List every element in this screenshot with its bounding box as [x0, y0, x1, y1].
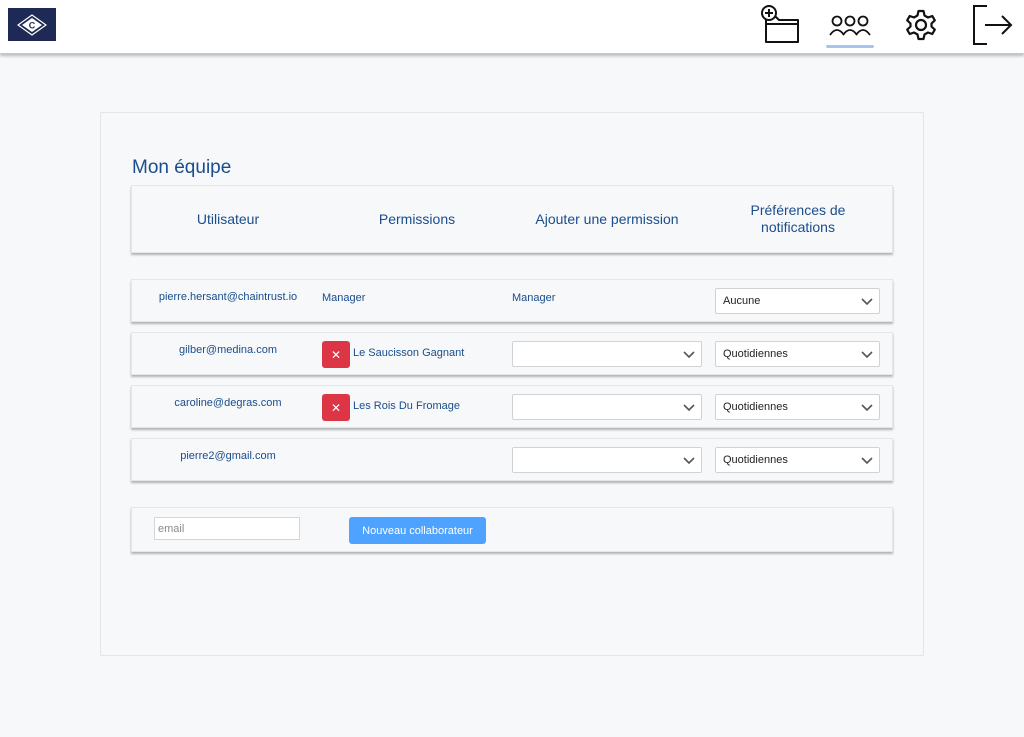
folder-add-icon — [761, 5, 799, 43]
column-header-user: Utilisateur — [196, 210, 260, 227]
permission-label: Le Saucisson Gagnant — [353, 347, 465, 359]
settings-button[interactable] — [902, 4, 940, 46]
notification-select-value: Aucune — [723, 295, 761, 307]
chevron-down-icon — [861, 351, 873, 359]
add-permission-select[interactable] — [512, 447, 702, 473]
notification-select-value: Quotidiennes — [723, 454, 788, 466]
table-row: caroline@degras.com ✕ Les Rois Du Fromag… — [131, 385, 893, 428]
team-icon — [829, 15, 871, 36]
notification-select-value: Quotidiennes — [723, 348, 788, 360]
table-header: Utilisateur Permissions Ajouter une perm… — [131, 185, 893, 253]
logo-icon: C — [17, 13, 47, 36]
remove-permission-button[interactable]: ✕ — [322, 394, 350, 421]
table-row: pierre.hersant@chaintrust.io Manager Man… — [131, 279, 893, 322]
permission-label: Les Rois Du Fromage — [353, 400, 460, 412]
email-field[interactable] — [154, 517, 300, 540]
chevron-down-icon — [861, 457, 873, 465]
column-header-permissions: Permissions — [378, 210, 456, 227]
logout-icon — [973, 5, 1013, 45]
user-email: caroline@degras.com — [174, 397, 282, 409]
logout-button[interactable] — [968, 4, 1014, 46]
team-nav-button[interactable] — [826, 4, 874, 46]
close-icon: ✕ — [330, 347, 342, 362]
notification-select[interactable]: Aucune — [715, 288, 880, 314]
top-bar: C — [0, 0, 1024, 54]
chevron-down-icon — [861, 404, 873, 412]
column-header-notifications: Préférences de notifications — [750, 202, 846, 235]
notification-select[interactable]: Quotidiennes — [715, 341, 880, 367]
chevron-down-icon — [861, 298, 873, 306]
table-row: gilber@medina.com ✕ Le Saucisson Gagnant… — [131, 332, 893, 375]
table-row: pierre2@gmail.com Quotidiennes — [131, 438, 893, 481]
user-email: gilber@medina.com — [179, 344, 277, 356]
gear-icon — [906, 9, 936, 41]
svg-text:C: C — [29, 20, 36, 30]
add-permission-select[interactable] — [512, 394, 702, 420]
user-email: pierre2@gmail.com — [180, 450, 276, 462]
chevron-down-icon — [683, 351, 695, 359]
add-permission-label: Manager — [512, 292, 556, 304]
notification-select-value: Quotidiennes — [723, 401, 788, 413]
close-icon: ✕ — [330, 400, 342, 415]
chevron-down-icon — [683, 404, 695, 412]
app-logo[interactable]: C — [8, 8, 56, 41]
active-nav-indicator — [826, 45, 874, 48]
page-title: Mon équipe — [132, 157, 232, 178]
notification-select[interactable]: Quotidiennes — [715, 447, 880, 473]
user-email: pierre.hersant@chaintrust.io — [158, 291, 298, 303]
add-collaborator-button[interactable]: Nouveau collaborateur — [349, 517, 486, 544]
remove-permission-button[interactable]: ✕ — [322, 341, 350, 368]
add-permission-select[interactable] — [512, 341, 702, 367]
new-folder-button[interactable] — [758, 4, 802, 46]
notification-select[interactable]: Quotidiennes — [715, 394, 880, 420]
permission-label: Manager — [322, 292, 366, 304]
new-collaborator-panel: Nouveau collaborateur — [131, 507, 893, 552]
column-header-add-permission: Ajouter une permission — [535, 210, 679, 227]
chevron-down-icon — [683, 457, 695, 465]
